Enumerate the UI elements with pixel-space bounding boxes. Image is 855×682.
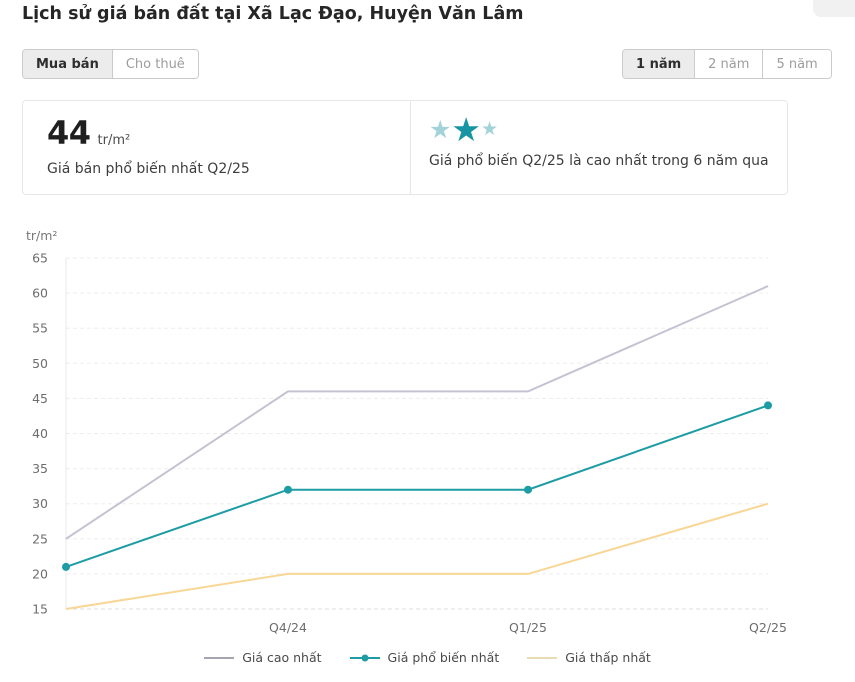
transaction-mode-tabs: Mua bán Cho thuê: [22, 49, 199, 79]
svg-text:50: 50: [32, 356, 48, 371]
svg-text:Q4/24: Q4/24: [269, 620, 307, 635]
star-icon: ★: [451, 113, 481, 146]
star-rating: ★ ★ ★: [429, 109, 787, 149]
svg-text:60: 60: [32, 286, 48, 301]
star-icon: ★: [429, 117, 451, 142]
tab-2-nam[interactable]: 2 năm: [694, 50, 762, 78]
svg-text:25: 25: [32, 531, 48, 546]
legend-line-icon: [527, 657, 557, 659]
svg-text:45: 45: [32, 391, 48, 406]
tab-mua-ban[interactable]: Mua bán: [23, 50, 112, 78]
partial-corner-button[interactable]: [813, 0, 855, 17]
summary-card: 44 tr/m² Giá bán phổ biến nhất Q2/25 ★ ★…: [22, 100, 788, 195]
popular-price-section: 44 tr/m² Giá bán phổ biến nhất Q2/25: [23, 101, 411, 194]
rating-section: ★ ★ ★ Giá phổ biến Q2/25 là cao nhất tro…: [411, 101, 787, 194]
legend-label: Giá phổ biến nhất: [388, 650, 500, 665]
svg-text:Q2/25: Q2/25: [749, 620, 787, 635]
legend-label: Giá cao nhất: [242, 650, 321, 665]
legend-item[interactable]: Giá cao nhất: [204, 650, 321, 665]
star-icon: ★: [481, 120, 498, 139]
svg-text:30: 30: [32, 496, 48, 511]
price-history-chart: tr/m² 1520253035404550556065Q4/24Q1/25Q2…: [0, 228, 855, 648]
price-history-panel: Lịch sử giá bán đất tại Xã Lạc Đạo, Huyệ…: [0, 0, 855, 682]
svg-text:20: 20: [32, 566, 48, 581]
popular-price-caption: Giá bán phổ biến nhất Q2/25: [47, 161, 410, 177]
tab-cho-thue[interactable]: Cho thuê: [112, 50, 198, 78]
legend-marker-dot-icon: [361, 654, 368, 661]
svg-text:Q1/25: Q1/25: [509, 620, 547, 635]
tab-1-nam[interactable]: 1 năm: [623, 50, 694, 78]
tab-5-nam[interactable]: 5 năm: [762, 50, 830, 78]
legend-item[interactable]: Giá thấp nhất: [527, 650, 651, 665]
svg-text:40: 40: [32, 426, 48, 441]
legend-line-icon: [350, 657, 380, 659]
svg-text:35: 35: [32, 461, 48, 476]
popular-price-value: 44: [47, 114, 91, 152]
page-title: Lịch sử giá bán đất tại Xã Lạc Đạo, Huyệ…: [22, 4, 524, 24]
svg-text:55: 55: [32, 321, 48, 336]
time-range-tabs: 1 năm 2 năm 5 năm: [622, 49, 832, 79]
svg-text:15: 15: [32, 602, 48, 617]
legend-line-icon: [204, 657, 234, 659]
legend-label: Giá thấp nhất: [565, 650, 651, 665]
chart-legend: Giá cao nhất Giá phổ biến nhất Giá thấp nh…: [0, 650, 855, 665]
svg-text:65: 65: [32, 251, 48, 266]
price-history-chart-svg[interactable]: 15 20 25 30 35 40 45 50 55 60 65 Q4/24 Q1/25 Q2/25: [0, 228, 855, 648]
legend-item[interactable]: Giá phổ biến nhất: [350, 650, 500, 665]
rating-caption: Giá phổ biến Q2/25 là cao nhất trong 6 n…: [429, 153, 787, 169]
popular-price-unit: tr/m²: [98, 133, 131, 148]
